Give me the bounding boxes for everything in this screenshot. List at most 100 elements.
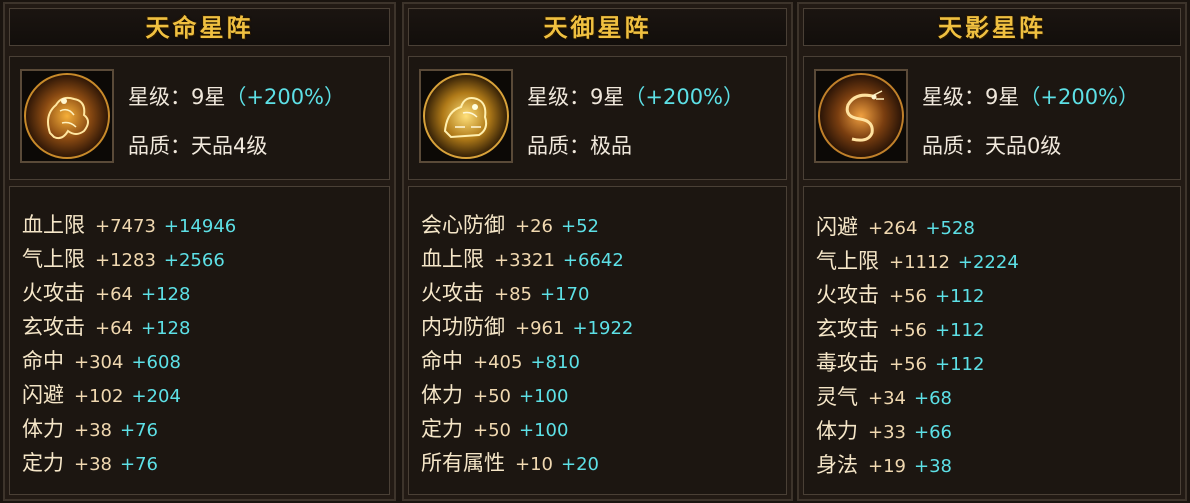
panel-title: 天影星阵 — [803, 8, 1181, 46]
stat-name: 会心防御 — [421, 213, 505, 237]
stat-name: 血上限 — [421, 247, 484, 271]
stat-bonus: +608 — [131, 352, 181, 373]
stat-base: +26 — [515, 216, 553, 237]
lion-medallion-icon[interactable] — [419, 69, 513, 163]
star-level-value: 9星 — [985, 85, 1020, 109]
formation-info: 星级：9星（+200%） 品质：天品4级 — [9, 56, 390, 180]
stat-row: 血上限 +7473 +14946 — [22, 208, 236, 242]
formation-panel-tianyu: 天御星阵 星级：9星（+200%） 品质：极品 会心防御 +26 +52 血上限… — [402, 2, 793, 501]
stat-base: +56 — [889, 320, 927, 341]
star-level: 星级：9星（+200%） — [527, 81, 744, 111]
stat-bonus: +528 — [925, 218, 975, 239]
stat-name: 火攻击 — [816, 283, 879, 307]
formation-panel-tianying: 天影星阵 星级：9星（+200%） 品质：天品0级 闪避 +264 +528 气… — [797, 2, 1187, 501]
stat-row: 命中 +304 +608 — [22, 344, 181, 378]
stat-name: 命中 — [22, 349, 64, 373]
stat-bonus: +128 — [141, 318, 191, 339]
qilin-medallion-icon[interactable] — [20, 69, 114, 163]
stat-base: +38 — [74, 420, 112, 441]
star-level-value: 9星 — [191, 85, 226, 109]
stat-row: 体力 +33 +66 — [816, 414, 952, 448]
stat-bonus: +20 — [561, 454, 599, 475]
stat-bonus: +112 — [935, 354, 985, 375]
stat-bonus: +128 — [141, 284, 191, 305]
stat-base: +961 — [515, 318, 565, 339]
dragon-medallion-icon[interactable] — [814, 69, 908, 163]
stat-row: 毒攻击 +56 +112 — [816, 346, 984, 380]
stat-name: 气上限 — [816, 249, 879, 273]
stat-bonus: +112 — [935, 320, 985, 341]
stat-base: +405 — [473, 352, 523, 373]
stat-name: 定力 — [421, 417, 463, 441]
stat-base: +56 — [889, 286, 927, 307]
stat-bonus: +810 — [530, 352, 580, 373]
stat-list: 闪避 +264 +528 气上限 +1112 +2224 火攻击 +56 +112 玄攻击 +… — [803, 186, 1181, 495]
stat-name: 火攻击 — [421, 281, 484, 305]
stat-bonus: +14946 — [163, 216, 237, 237]
star-level-label: 星级： — [922, 85, 985, 109]
stat-name: 体力 — [816, 419, 858, 443]
stat-name: 闪避 — [22, 383, 64, 407]
star-level-bonus: （+200%） — [225, 85, 346, 109]
stat-base: +1112 — [889, 252, 950, 273]
star-formation-comparison: 天命星阵 星级：9星（+200%） 品质：天品4级 血上限 +7473 +149… — [0, 0, 1190, 503]
stat-row: 灵气 +34 +68 — [816, 380, 952, 414]
stat-row: 气上限 +1283 +2566 — [22, 242, 225, 276]
stat-base: +34 — [868, 388, 906, 409]
stat-row: 玄攻击 +56 +112 — [816, 312, 984, 346]
stat-name: 命中 — [421, 349, 463, 373]
stat-row: 火攻击 +64 +128 — [22, 276, 190, 310]
stat-base: +56 — [889, 354, 927, 375]
stat-row: 体力 +38 +76 — [22, 412, 158, 446]
star-level-bonus: （+200%） — [624, 85, 745, 109]
stat-name: 气上限 — [22, 247, 85, 271]
stat-row: 定力 +50 +100 — [421, 412, 568, 446]
quality-label: 品质： — [922, 134, 985, 158]
stat-row: 身法 +19 +38 — [816, 448, 952, 482]
quality-label: 品质： — [128, 134, 191, 158]
stat-bonus: +38 — [914, 456, 952, 477]
stat-base: +10 — [515, 454, 553, 475]
stat-base: +50 — [473, 420, 511, 441]
star-level-label: 星级： — [527, 85, 590, 109]
stat-bonus: +204 — [131, 386, 181, 407]
stat-name: 玄攻击 — [816, 317, 879, 341]
stat-row: 血上限 +3321 +6642 — [421, 242, 624, 276]
stat-name: 内功防御 — [421, 315, 505, 339]
quality-value: 极品 — [590, 134, 632, 158]
panel-title: 天命星阵 — [9, 8, 390, 46]
stat-base: +85 — [494, 284, 532, 305]
stat-base: +33 — [868, 422, 906, 443]
stat-base: +64 — [95, 318, 133, 339]
stat-row: 气上限 +1112 +2224 — [816, 244, 1019, 278]
stat-row: 命中 +405 +810 — [421, 344, 580, 378]
quality: 品质：天品4级 — [128, 130, 267, 160]
star-level-label: 星级： — [128, 85, 191, 109]
stat-base: +7473 — [95, 216, 156, 237]
stat-name: 体力 — [22, 417, 64, 441]
stat-name: 定力 — [22, 451, 64, 475]
quality: 品质：极品 — [527, 130, 632, 160]
stat-row: 会心防御 +26 +52 — [421, 208, 599, 242]
stat-base: +38 — [74, 454, 112, 475]
stat-list: 会心防御 +26 +52 血上限 +3321 +6642 火攻击 +85 +170 内功防御… — [408, 186, 787, 495]
stat-row: 内功防御 +961 +1922 — [421, 310, 633, 344]
stat-row: 火攻击 +56 +112 — [816, 278, 984, 312]
stat-row: 所有属性 +10 +20 — [421, 446, 599, 480]
stat-base: +3321 — [494, 250, 555, 271]
stat-name: 血上限 — [22, 213, 85, 237]
stat-base: +264 — [868, 218, 918, 239]
stat-bonus: +6642 — [562, 250, 624, 271]
stat-name: 毒攻击 — [816, 351, 879, 375]
stat-base: +1283 — [95, 250, 156, 271]
stat-bonus: +68 — [914, 388, 952, 409]
stat-base: +64 — [95, 284, 133, 305]
quality-value: 天品4级 — [191, 134, 268, 158]
stat-base: +50 — [473, 386, 511, 407]
stat-bonus: +76 — [120, 420, 158, 441]
stat-list: 血上限 +7473 +14946 气上限 +1283 +2566 火攻击 +64 +128 … — [9, 186, 390, 495]
stat-row: 闪避 +102 +204 — [22, 378, 181, 412]
stat-bonus: +1922 — [572, 318, 634, 339]
stat-base: +304 — [74, 352, 124, 373]
stat-row: 玄攻击 +64 +128 — [22, 310, 190, 344]
